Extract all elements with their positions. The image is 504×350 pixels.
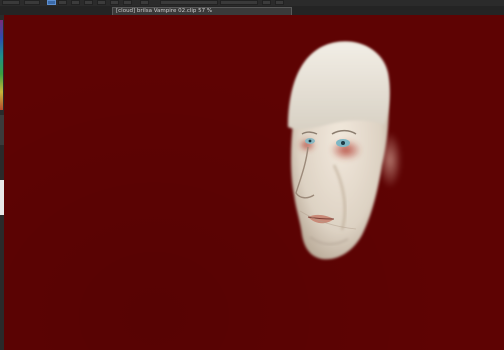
- color-ramp[interactable]: [0, 20, 3, 110]
- brush-size-field[interactable]: [160, 0, 218, 5]
- layer-icon[interactable]: [71, 0, 80, 5]
- left-pupil: [341, 141, 345, 145]
- tool-option-field[interactable]: [24, 0, 40, 5]
- rotate-icon[interactable]: [97, 0, 106, 5]
- undo-icon[interactable]: [262, 0, 271, 5]
- document-tab-title: [cloud] brilsa Vampire 02.clip 57 %: [116, 8, 213, 14]
- select-icon[interactable]: [47, 0, 56, 5]
- transform-icon[interactable]: [58, 0, 67, 5]
- document-tab[interactable]: [cloud] brilsa Vampire 02.clip 57 %: [112, 7, 292, 15]
- vampire-painting: [288, 41, 402, 260]
- right-pupil: [308, 139, 312, 143]
- clear-icon[interactable]: [84, 0, 93, 5]
- zoom-icon[interactable]: [123, 0, 132, 5]
- flip-icon[interactable]: [110, 0, 119, 5]
- drawing-canvas[interactable]: [4, 15, 504, 350]
- settings-icon[interactable]: [140, 0, 149, 5]
- hair-shape: [288, 42, 390, 130]
- redo-icon[interactable]: [275, 0, 284, 5]
- opacity-field[interactable]: [220, 0, 258, 5]
- tool-option-field[interactable]: [2, 0, 20, 5]
